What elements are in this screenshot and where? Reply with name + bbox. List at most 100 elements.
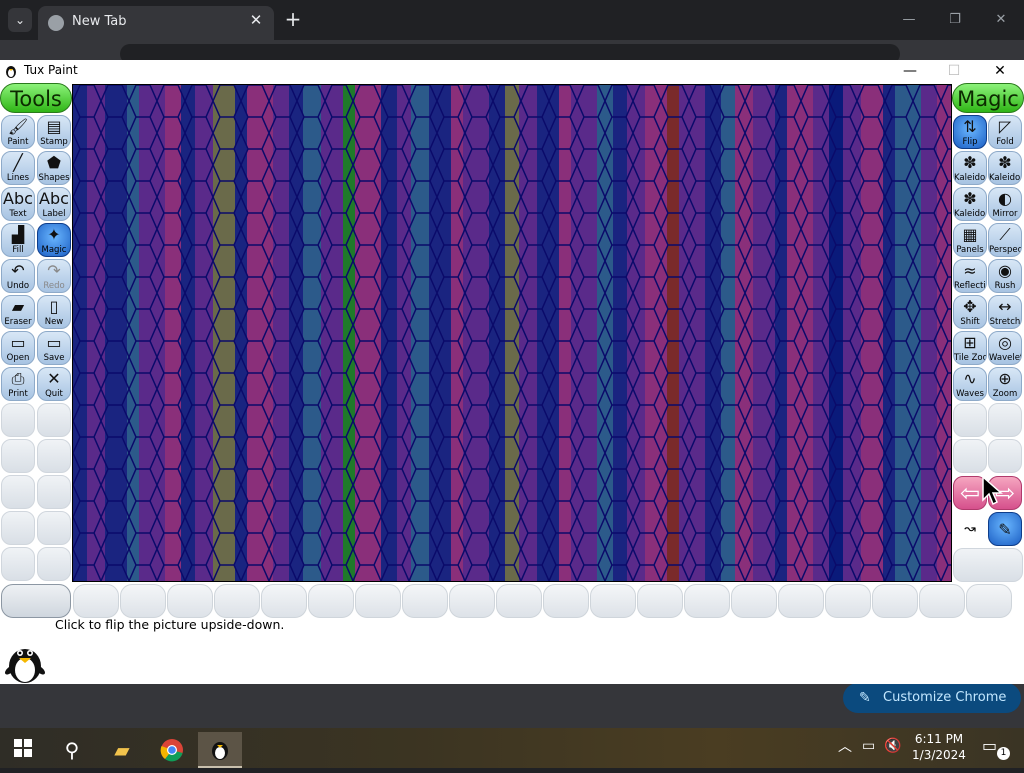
color-swatch-button[interactable]	[1, 584, 71, 618]
magic-panels-button[interactable]: ▦ Panels	[953, 223, 987, 257]
magic-kaleido-button[interactable]: ✽Kaleido...	[953, 151, 987, 185]
search-icon[interactable]: ⚲	[50, 732, 94, 768]
magic-tool-label: Kaleido...	[989, 173, 1021, 183]
tray-overflow-chevron-icon[interactable]: ︿	[838, 736, 852, 756]
tool-save-icon: ▭	[46, 333, 62, 352]
color-swatch-button[interactable]	[214, 584, 260, 618]
color-swatch-button[interactable]	[543, 584, 589, 618]
color-swatch-button[interactable]	[637, 584, 683, 618]
magic-perspective-button[interactable]: ⟋Perspective	[988, 223, 1022, 257]
color-swatch-button[interactable]	[261, 584, 307, 618]
color-swatch-button[interactable]	[73, 584, 119, 618]
magic-flip-button[interactable]: ⇅ Flip	[953, 115, 987, 149]
magic-shift-button[interactable]: ✥ Shift	[953, 295, 987, 329]
color-swatch-button[interactable]	[919, 584, 965, 618]
drawing-canvas[interactable]	[72, 84, 952, 582]
empty-slot	[37, 403, 71, 437]
minimize-button[interactable]: —	[888, 60, 932, 82]
color-swatch-button[interactable]	[496, 584, 542, 618]
magic-rush-button[interactable]: ◉ Rush	[988, 259, 1022, 293]
color-swatch-button[interactable]	[402, 584, 448, 618]
notification-glyph: ▭	[982, 736, 998, 755]
magic-stretch-button[interactable]: ↔ Stretch	[988, 295, 1022, 329]
notification-center-icon[interactable]: ▭ 1	[982, 736, 1010, 760]
tool-paint-button[interactable]: 🖌 Paint	[1, 115, 35, 149]
chrome-close-button[interactable]: ✕	[986, 8, 1016, 32]
tab-title: New Tab	[72, 14, 127, 29]
tab-close-icon[interactable]: ✕	[246, 11, 266, 29]
tool-redo-button[interactable]: ↷ Redo	[37, 259, 71, 293]
chrome-minimize-button[interactable]: —	[894, 8, 924, 32]
tool-undo-button[interactable]: ↶ Undo	[1, 259, 35, 293]
empty-slot	[1, 403, 35, 437]
tool-shapes-button[interactable]: ⬟ Shapes	[37, 151, 71, 185]
magic-fold-button[interactable]: ◸ Fold	[988, 115, 1022, 149]
tool-lines-button[interactable]: ╱ Lines	[1, 151, 35, 185]
tool-print-button[interactable]: ⎙ Print	[1, 367, 35, 401]
tool-label: Open	[6, 353, 30, 363]
color-swatch-button[interactable]	[825, 584, 871, 618]
close-button[interactable]: ✕	[978, 60, 1022, 82]
magic-mirror-button[interactable]: ◐ Mirror	[988, 187, 1022, 221]
tool-stamp-button[interactable]: ▤ Stamp	[37, 115, 71, 149]
tool-paint-icon: 🖌	[7, 117, 29, 136]
tool-text-button[interactable]: Abc Text	[1, 187, 35, 221]
magic-header: Magic	[952, 83, 1024, 113]
magic-waves-button[interactable]: ∿ Waves	[953, 367, 987, 401]
magic-kaleido-button[interactable]: ✽Kaleido...	[988, 151, 1022, 185]
tool-label-button[interactable]: Abc Label	[37, 187, 71, 221]
system-clock[interactable]: 6:11 PM 1/3/2024	[910, 731, 968, 763]
color-swatch-button[interactable]	[872, 584, 918, 618]
customize-chrome-button[interactable]: ✎ Customize Chrome	[843, 683, 1021, 713]
tool-new-icon: ▯	[49, 297, 59, 316]
color-swatch-button[interactable]	[355, 584, 401, 618]
color-swatch-button[interactable]	[449, 584, 495, 618]
magic-tool-label: Wavelets	[989, 353, 1021, 363]
color-swatch-button[interactable]	[966, 584, 1012, 618]
magic-fullscreen-mode-button[interactable]: ✎	[988, 512, 1022, 546]
color-swatch-button[interactable]	[167, 584, 213, 618]
color-swatch-button[interactable]	[308, 584, 354, 618]
magic-reflection-button[interactable]: ≈Reflection	[953, 259, 987, 293]
windows-start-icon[interactable]	[10, 736, 36, 760]
magic-tool-icon: ✽	[963, 189, 977, 208]
tool-fill-button[interactable]: ▟ Fill	[1, 223, 35, 257]
magic-kaleido-8-button[interactable]: ✽Kaleido-8	[953, 187, 987, 221]
tab-search-button[interactable]: ⌄	[8, 8, 32, 32]
notification-count-badge: 1	[997, 747, 1010, 760]
empty-slot	[37, 475, 71, 509]
color-swatch-button[interactable]	[778, 584, 824, 618]
tool-shapes-icon: ⬟	[47, 153, 61, 172]
tab-new-tab[interactable]: New Tab ✕	[38, 6, 274, 40]
tool-magic-button[interactable]: ✦ Magic	[37, 223, 71, 257]
network-icon[interactable]: ▭	[862, 738, 875, 754]
magic-zoom-button[interactable]: ⊕ Zoom	[988, 367, 1022, 401]
magic-tool-icon: ≈	[963, 261, 977, 280]
tux-paint-taskbar-icon[interactable]	[198, 732, 242, 768]
tool-eraser-button[interactable]: ▰ Eraser	[1, 295, 35, 329]
empty-slot	[953, 548, 1023, 582]
tool-save-button[interactable]: ▭ Save	[37, 331, 71, 365]
color-swatch-button[interactable]	[731, 584, 777, 618]
chrome-maximize-button[interactable]: ❐	[940, 8, 970, 32]
tool-open-icon: ▭	[10, 333, 26, 352]
tool-new-button[interactable]: ▯ New	[37, 295, 71, 329]
color-swatch-button[interactable]	[590, 584, 636, 618]
tool-quit-button[interactable]: ✕ Quit	[37, 367, 71, 401]
magic-tool-label: Mirror	[992, 209, 1018, 219]
chrome-taskbar-icon[interactable]	[150, 732, 194, 768]
magic-tool-label: Waves	[956, 389, 984, 399]
color-swatch-button[interactable]	[120, 584, 166, 618]
status-message: Click to flip the picture upside-down.	[55, 617, 285, 632]
magic-wavelets-button[interactable]: ◎Wavelets	[988, 331, 1022, 365]
maximize-button[interactable]: ☐	[932, 60, 976, 82]
magic-tile-zoom-button[interactable]: ⊞Tile Zoom	[953, 331, 987, 365]
tool-label: Text	[9, 209, 27, 219]
magic-paint-mode-button[interactable]: ↝	[953, 512, 987, 546]
file-explorer-icon[interactable]: ▰	[100, 732, 144, 768]
empty-slot	[37, 511, 71, 545]
tool-open-button[interactable]: ▭ Open	[1, 331, 35, 365]
volume-muted-icon[interactable]: 🔇	[884, 738, 901, 754]
new-tab-button[interactable]: +	[282, 8, 304, 30]
color-swatch-button[interactable]	[684, 584, 730, 618]
